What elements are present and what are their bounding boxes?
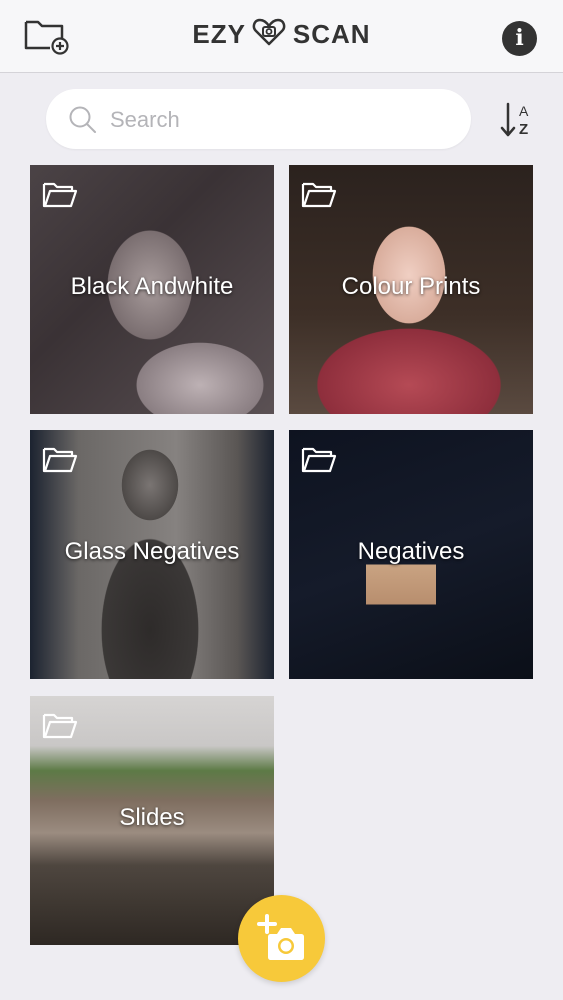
logo-text-left: EZY <box>192 19 246 49</box>
folder-label: Glass Negatives <box>64 538 240 565</box>
search-icon <box>69 106 96 133</box>
info-icon: i <box>515 25 524 51</box>
top-bar: EZY SCAN i <box>0 0 563 73</box>
sort-az-icon: A Z <box>500 102 529 138</box>
folder-label: Colour Prints <box>341 273 481 300</box>
svg-text:A: A <box>519 103 529 119</box>
folder-label: Negatives <box>357 538 465 565</box>
folder-tile-slides[interactable]: Slides <box>30 696 274 945</box>
search-bar[interactable] <box>46 89 471 149</box>
folder-tile-negatives[interactable]: Negatives <box>289 430 533 679</box>
folder-label: Black Andwhite <box>70 273 234 300</box>
info-button[interactable]: i <box>502 21 537 56</box>
logo-text-right: SCAN <box>292 19 371 49</box>
folder-icon <box>301 182 337 208</box>
add-scan-button[interactable] <box>238 895 325 982</box>
folder-tile-black-andwhite[interactable]: Black Andwhite <box>30 165 274 414</box>
add-photo-camera-icon <box>257 914 304 960</box>
folder-icon <box>301 447 337 473</box>
sort-button[interactable]: A Z <box>500 100 536 140</box>
folder-icon <box>42 182 78 208</box>
svg-text:Z: Z <box>519 121 528 138</box>
folder-tile-glass-negatives[interactable]: Glass Negatives <box>30 430 274 679</box>
folder-label: Slides <box>119 804 185 831</box>
folder-icon <box>42 447 78 473</box>
logo-heart-icon <box>252 18 286 51</box>
search-input[interactable] <box>108 101 452 139</box>
folder-icon <box>42 713 78 739</box>
app-logo: EZY SCAN <box>0 18 563 58</box>
folder-tile-colour-prints[interactable]: Colour Prints <box>289 165 533 414</box>
